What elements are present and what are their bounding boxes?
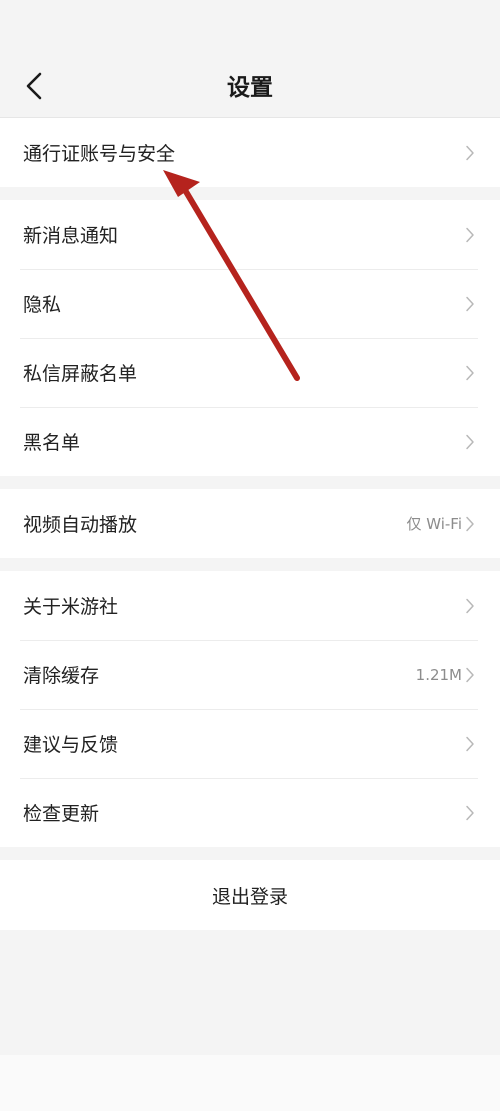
back-button[interactable] xyxy=(14,64,54,108)
settings-item-label: 私信屏蔽名单 xyxy=(23,363,138,385)
chevron-right-icon xyxy=(464,433,476,451)
chevron-right-icon xyxy=(464,226,476,244)
settings-item-video-autoplay[interactable]: 视频自动播放 仅 Wi-Fi xyxy=(0,489,500,558)
logout-button[interactable]: 退出登录 xyxy=(0,860,500,930)
group-separator xyxy=(0,847,500,860)
cache-size-value: 1.21M xyxy=(415,665,462,684)
settings-item-label: 隐私 xyxy=(23,294,62,316)
group-separator xyxy=(0,476,500,489)
bottom-navigation-area xyxy=(0,1055,500,1111)
chevron-right-icon xyxy=(464,295,476,313)
settings-item-clear-cache[interactable]: 清除缓存 1.21M xyxy=(0,640,500,709)
settings-item-label: 通行证账号与安全 xyxy=(23,143,176,165)
chevron-right-icon xyxy=(464,666,476,684)
settings-item-message-notification[interactable]: 新消息通知 xyxy=(0,200,500,269)
chevron-right-icon xyxy=(464,515,476,533)
settings-group-privacy: 新消息通知 隐私 私信屏蔽名单 黑名单 xyxy=(0,200,500,476)
logout-label: 退出登录 xyxy=(211,885,288,908)
settings-item-label: 关于米游社 xyxy=(23,596,119,618)
settings-item-label: 清除缓存 xyxy=(23,665,100,687)
chevron-right-icon xyxy=(464,364,476,382)
chevron-left-icon xyxy=(26,72,42,100)
settings-item-privacy[interactable]: 隐私 xyxy=(0,269,500,338)
settings-group-video: 视频自动播放 仅 Wi-Fi xyxy=(0,489,500,558)
chevron-right-icon xyxy=(464,144,476,162)
settings-item-dm-block-list[interactable]: 私信屏蔽名单 xyxy=(0,338,500,407)
nav-bar: 设置 xyxy=(0,56,500,118)
group-separator xyxy=(0,558,500,571)
settings-group-about: 关于米游社 清除缓存 1.21M 建议与反馈 检查更新 xyxy=(0,571,500,847)
settings-item-value: 仅 Wi-Fi xyxy=(406,515,462,533)
settings-item-label: 检查更新 xyxy=(23,803,100,825)
settings-item-label: 新消息通知 xyxy=(23,225,119,247)
settings-item-blacklist[interactable]: 黑名单 xyxy=(0,407,500,476)
bottom-fill xyxy=(0,930,500,1060)
settings-item-label: 黑名单 xyxy=(23,432,81,454)
settings-item-feedback[interactable]: 建议与反馈 xyxy=(0,709,500,778)
chevron-right-icon xyxy=(464,804,476,822)
chevron-right-icon xyxy=(464,735,476,753)
chevron-right-icon xyxy=(464,597,476,615)
group-separator xyxy=(0,187,500,200)
settings-item-about[interactable]: 关于米游社 xyxy=(0,571,500,640)
settings-item-account-security[interactable]: 通行证账号与安全 xyxy=(0,118,500,187)
settings-item-check-update[interactable]: 检查更新 xyxy=(0,778,500,847)
settings-item-label: 建议与反馈 xyxy=(23,734,119,756)
settings-group-account: 通行证账号与安全 xyxy=(0,118,500,187)
status-bar xyxy=(0,0,500,56)
page-title: 设置 xyxy=(227,75,273,101)
settings-item-label: 视频自动播放 xyxy=(23,514,138,536)
